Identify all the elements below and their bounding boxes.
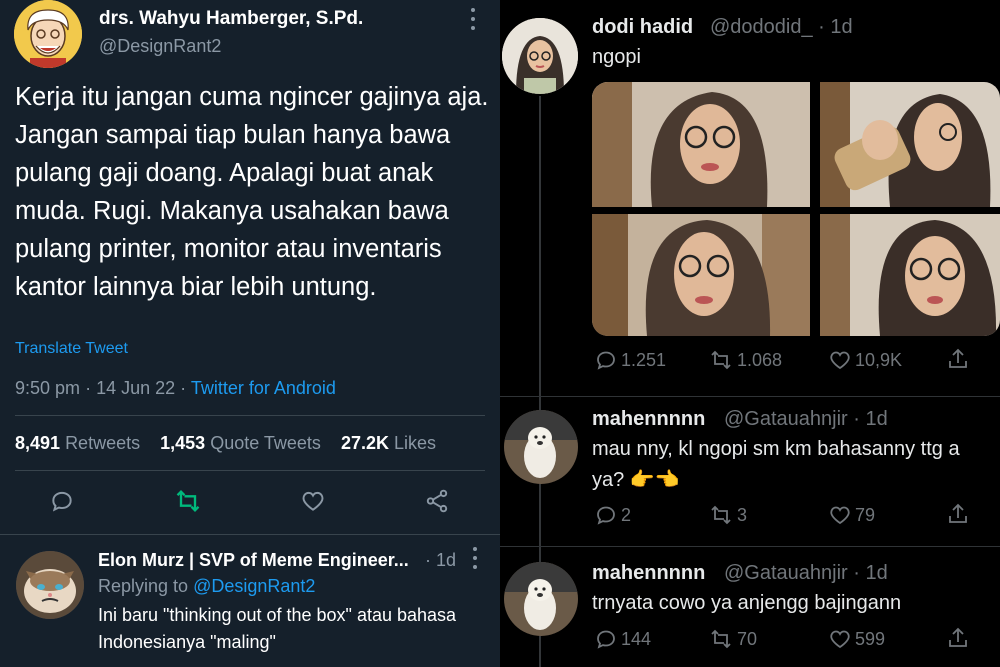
author-avatar[interactable]: [14, 0, 82, 68]
more-options-icon[interactable]: [472, 547, 478, 569]
like-icon: [830, 630, 850, 649]
photo-grid: [592, 82, 1000, 336]
reply-author-name[interactable]: mahennnnn: [592, 408, 705, 431]
tweet-source-link[interactable]: Twitter for Android: [191, 378, 336, 398]
retweet-button[interactable]: 3: [708, 503, 747, 527]
photo-1[interactable]: [592, 82, 810, 207]
reply-text-line: mau nny, kl ngopi sm km bahasanny ttg a: [592, 438, 960, 460]
author-name[interactable]: dodi hadid: [592, 16, 693, 39]
reply-text: trnyata cowo ya anjengg bajingann: [592, 592, 902, 614]
share-icon[interactable]: [946, 346, 970, 372]
tweet-text: Kerja itu jangan cuma ngincer gajinya aj…: [15, 83, 489, 301]
tweet-date[interactable]: 14 Jun 22: [96, 378, 175, 398]
reply-text: Ini baru "thinking out of the box" atau …: [98, 605, 457, 652]
like-icon: [830, 506, 850, 525]
author-handle: @dododid_ · 1d: [710, 16, 853, 38]
reply-icon: [597, 506, 615, 525]
retweet-icon: [711, 505, 731, 525]
like-count: 10,9K: [855, 349, 903, 370]
retweet-icon[interactable]: [171, 484, 205, 518]
like-count: 599: [855, 628, 886, 649]
retweet-count: 1.068: [737, 349, 783, 370]
reply-text-line: ya? 👉👈: [592, 469, 680, 491]
replying-to-handle[interactable]: @DesignRant2: [193, 576, 315, 596]
tweet-stats: 8,491 Retweets 1,453 Quote Tweets 27.2K …: [15, 433, 436, 454]
reply-count: 1.251: [621, 349, 667, 370]
reply-author-handle: @Gatauahnjir · 1d: [724, 562, 888, 584]
like-button[interactable]: 10,9K: [828, 348, 902, 372]
share-icon[interactable]: [946, 625, 970, 651]
divider: [500, 546, 1000, 547]
retweets-stat[interactable]: 8,491 Retweets: [15, 433, 140, 453]
share-icon[interactable]: [420, 484, 454, 518]
tweet-time[interactable]: 9:50 pm: [15, 378, 80, 398]
photo-2[interactable]: [820, 82, 1000, 207]
author-name[interactable]: drs. Wahyu Hamberger, S.Pd.: [99, 8, 363, 30]
photo-4[interactable]: [820, 214, 1000, 336]
reply-button[interactable]: 2: [594, 503, 631, 527]
tweet-actions: [0, 484, 500, 524]
like-icon[interactable]: [296, 484, 330, 518]
reply-count: 144: [621, 628, 652, 649]
like-icon: [830, 351, 850, 370]
reply-button[interactable]: 144: [594, 627, 651, 651]
replying-to: Replying to @DesignRant2: [98, 576, 316, 596]
like-button[interactable]: 79: [828, 503, 875, 527]
translate-tweet-link[interactable]: Translate Tweet: [15, 340, 128, 358]
reply-author-name[interactable]: mahennnnn: [592, 562, 705, 585]
reply-count: 2: [621, 504, 632, 525]
reply-icon: [597, 351, 615, 370]
reply-button[interactable]: 1.251: [594, 348, 666, 372]
reply-icon[interactable]: [45, 484, 79, 518]
reply-author-handle: @Gatauahnjir · 1d: [724, 408, 888, 430]
retweet-icon: [711, 350, 731, 370]
divider: [15, 470, 485, 471]
like-count: 79: [855, 504, 876, 525]
retweet-icon: [711, 629, 731, 649]
share-icon[interactable]: [946, 501, 970, 527]
photo-3[interactable]: [592, 214, 810, 336]
author-handle[interactable]: @DesignRant2: [99, 36, 221, 57]
retweet-button[interactable]: 1.068: [708, 348, 782, 372]
reply-time[interactable]: · 1d: [425, 550, 456, 571]
divider: [500, 396, 1000, 397]
like-button[interactable]: 599: [828, 627, 885, 651]
reply-icon: [597, 630, 615, 649]
reply-avatar[interactable]: [504, 562, 578, 636]
reply-avatar[interactable]: [504, 410, 578, 484]
divider: [15, 415, 485, 416]
reply-avatar[interactable]: [16, 551, 84, 619]
retweet-count: 70: [737, 628, 758, 649]
likes-stat[interactable]: 27.2K Likes: [341, 433, 436, 453]
author-avatar[interactable]: [502, 18, 578, 94]
retweet-button[interactable]: 70: [708, 627, 757, 651]
divider: [0, 534, 500, 535]
retweet-count: 3: [737, 504, 748, 525]
quote-tweets-stat[interactable]: 1,453 Quote Tweets: [160, 433, 321, 453]
reply-author-name[interactable]: Elon Murz | SVP of Meme Engineer...: [98, 550, 428, 571]
tweet-meta: 9:50 pm · 14 Jun 22 · Twitter for Androi…: [15, 378, 336, 398]
more-options-icon[interactable]: [470, 8, 476, 30]
left-tweet-panel: drs. Wahyu Hamberger, S.Pd. @DesignRant2…: [0, 0, 500, 667]
tweet-text: ngopi: [592, 46, 641, 68]
